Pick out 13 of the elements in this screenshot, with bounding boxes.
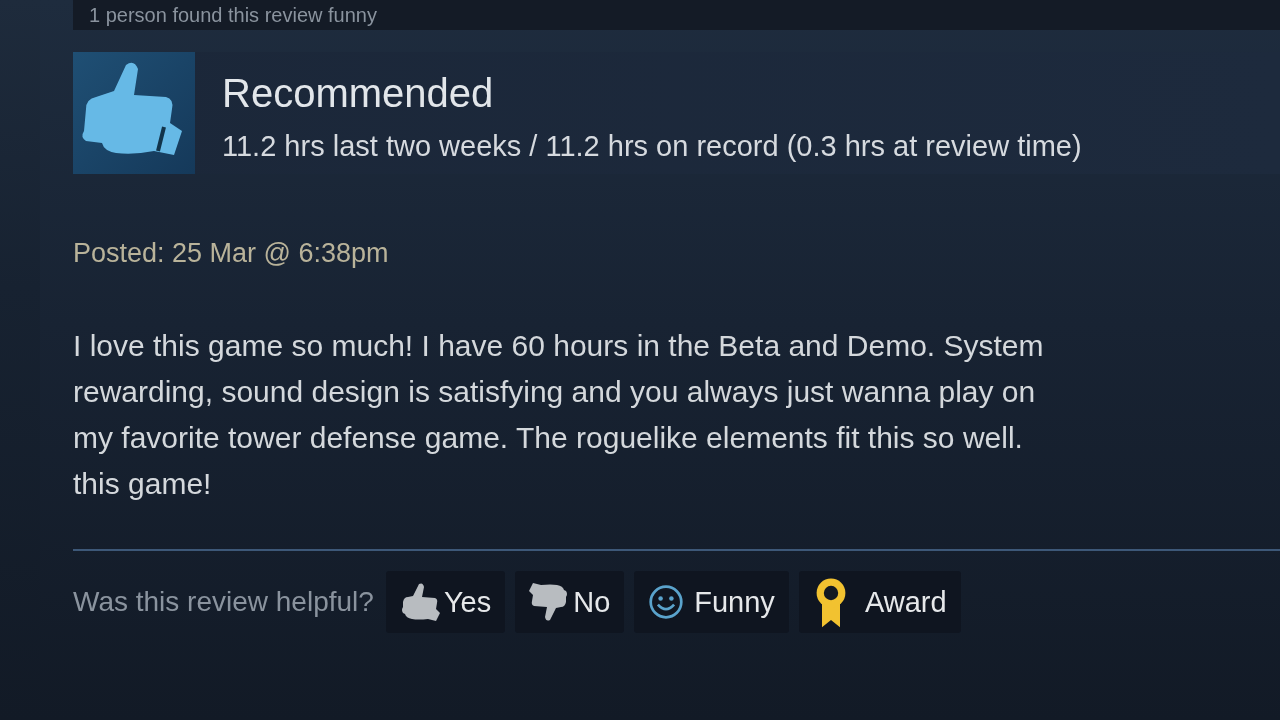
no-button[interactable]: No [515,571,625,633]
yes-button[interactable]: Yes [385,571,506,633]
playtime-text: 11.2 hrs last two weeks / 11.2 hrs on record (0.3 hrs at review time) [222,129,1082,163]
funny-button[interactable]: Funny [634,571,789,633]
smiley-icon [648,584,685,620]
funny-count: 1 person found this review funny [89,3,377,27]
review-text: I love this game so much! I have 60 hours in the Beta and Demo. System rewarding, sound design is satisfying and you always just wanna play on my favorite tower defense game. The roguelike elements fit this so well. this game! [73,328,1045,502]
award-button[interactable]: Award [798,571,961,633]
helpful-prompt: Was this review helpful? [73,586,374,618]
thumbs-up-icon [399,582,440,622]
recommendation-title: Recommended [222,69,495,116]
thumbs-down-icon [529,582,570,622]
posted-date: Posted: 25 Mar @ 6:38pm [73,238,390,269]
